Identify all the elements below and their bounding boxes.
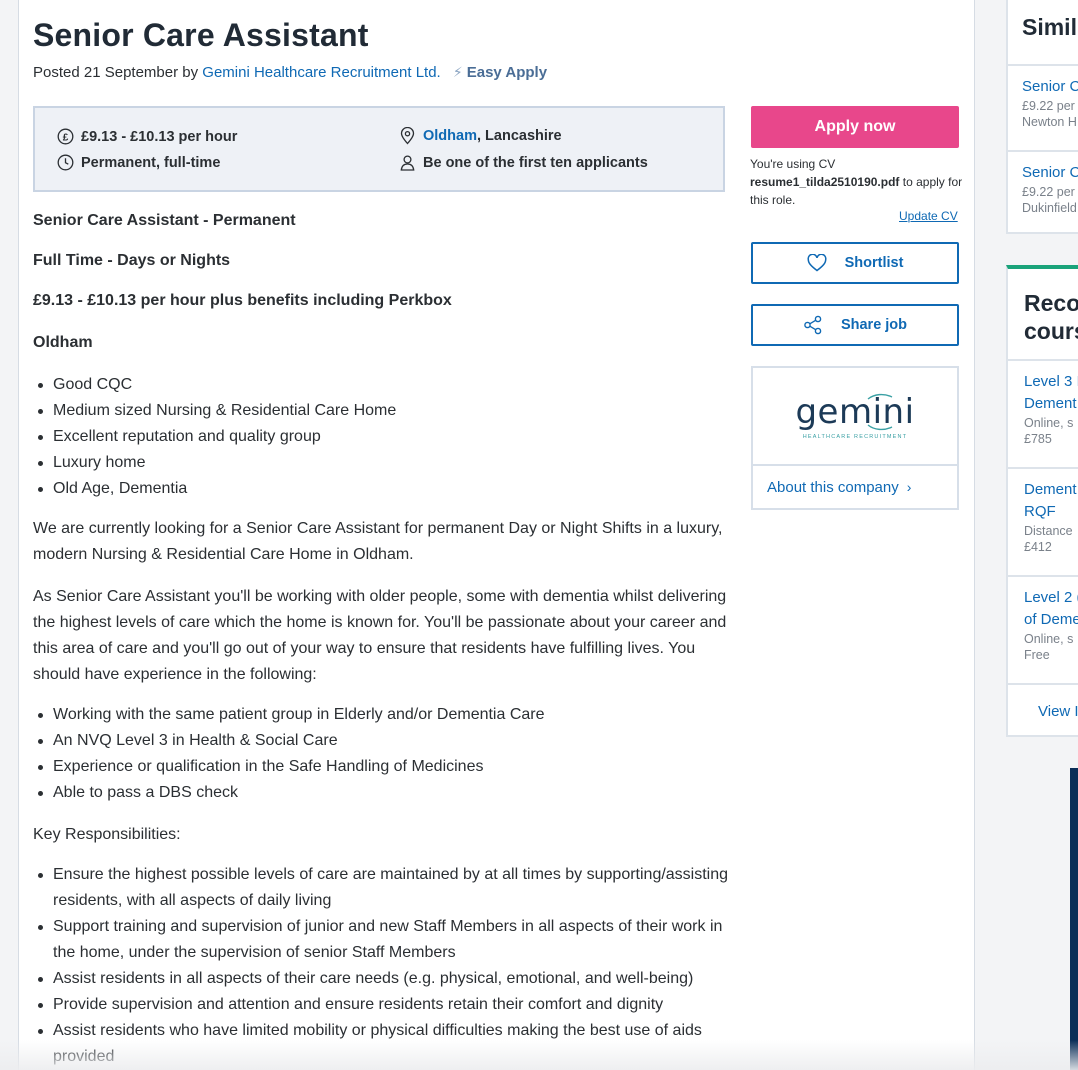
recommended-courses-card: Reco cours Level 3 I Dement Online, s £7… [1006,265,1078,737]
heart-icon [807,254,827,272]
courses-heading-line1: Reco [1024,290,1078,316]
cv-note: You're using CV resume1_tilda2510190.pdf… [750,155,965,209]
description-heading: Senior Care Assistant - Permanent [33,212,296,229]
similar-job-place: Dukinfield [1022,201,1077,215]
course-title[interactable]: Level 3 I [1024,371,1078,393]
list-item: Working with the same patient group in E… [33,702,733,728]
description-heading: Full Time - Days or Nights [33,252,231,269]
list-item: Ensure the highest possible levels of ca… [33,862,733,914]
svg-text:£: £ [63,132,69,143]
cv-prefix: You're using CV [750,157,836,171]
course-item[interactable]: Level 3 I Dement Online, s £785 [1008,359,1078,467]
description-heading: Oldham [33,334,93,351]
location-region: , Lancashire [476,128,562,144]
similar-job-title[interactable]: Senior C [1022,162,1078,184]
location-city-link[interactable]: Oldham [423,128,477,144]
applicants-item: Be one of the first ten applicants [399,154,648,171]
course-title[interactable]: Dement [1024,479,1078,501]
salary-text: £9.13 - £10.13 per hour [81,128,238,145]
course-meta: Online, s [1024,416,1074,430]
company-logo: gemini HEALTHCARE RECRUITMENT [753,368,957,466]
list-item: Medium sized Nursing & Residential Care … [33,398,733,424]
courses-heading: Reco cours [1008,269,1078,359]
course-item[interactable]: Dement RQF Distance £412 [1008,467,1078,575]
list-item: Old Age, Dementia [33,476,733,502]
list-item: Support training and supervision of juni… [33,914,733,966]
lightning-icon: ⚡︎ [452,64,463,80]
course-item[interactable]: Level 2 ( of Deme Online, s Free [1008,575,1078,683]
shortlist-label: Shortlist [844,255,904,271]
bottom-fade [0,1040,1078,1070]
easy-apply-label: Easy Apply [466,64,548,81]
job-detail-card: Senior Care Assistant Posted 21 Septembe… [18,0,975,1070]
responsibilities-heading: Key Responsibilities: [33,826,181,843]
similar-jobs-card: Simil Senior C £9.22 per Newton H Senior… [1006,0,1078,234]
similar-job-pay: £9.22 per [1022,99,1075,113]
list-item: Excellent reputation and quality group [33,424,733,450]
share-job-button[interactable]: Share job [751,304,959,346]
advert-banner [1070,768,1078,1070]
job-type-text: Permanent, full-time [81,154,221,171]
list-item: Luxury home [33,450,733,476]
highlights-list: Good CQC Medium sized Nursing & Resident… [33,372,733,502]
job-type-item: Permanent, full-time [57,154,220,171]
salary-item: £ £9.13 - £10.13 per hour [57,128,237,145]
about-company-label: About this company [767,478,899,496]
courses-heading-line2: cours [1024,318,1078,344]
chevron-right-icon: › [906,479,912,495]
description-paragraph: We are currently looking for a Senior Ca… [33,520,723,563]
course-price: £785 [1024,432,1052,446]
clock-icon [57,154,74,171]
experience-list: Working with the same patient group in E… [33,702,733,806]
similar-job-item[interactable]: Senior C £9.22 per Newton H [1008,64,1078,150]
job-description: Senior Care Assistant - Permanent Full T… [33,208,733,1070]
person-icon [400,155,415,171]
apply-now-button[interactable]: Apply now [751,106,959,148]
similar-job-pay: £9.22 per [1022,185,1075,199]
company-card: gemini HEALTHCARE RECRUITMENT About this… [751,366,959,510]
location-pin-icon [400,127,415,145]
share-icon [804,315,822,335]
share-label: Share job [840,317,908,333]
course-price: Free [1024,648,1050,662]
course-meta: Online, s [1024,632,1074,646]
list-item: Able to pass a DBS check [33,780,733,806]
course-title[interactable]: of Deme [1024,609,1078,631]
list-item: An NVQ Level 3 in Health & Social Care [33,728,733,754]
cv-filename: resume1_tilda2510190.pdf [750,175,900,189]
about-company-link[interactable]: About this company › [753,466,957,508]
responsibilities-list: Ensure the highest possible levels of ca… [33,862,733,1070]
view-all-courses-link[interactable]: View I [1008,683,1078,723]
job-title: Senior Care Assistant [33,17,369,53]
logo-tagline: HEALTHCARE RECRUITMENT [802,434,908,440]
posted-line: Posted 21 September by Gemini Healthcare… [33,64,547,81]
job-summary-box: £ £9.13 - £10.13 per hour Permanent, ful… [33,106,725,192]
company-link[interactable]: Gemini Healthcare Recruitment Ltd. [202,64,440,81]
similar-job-title[interactable]: Senior C [1022,76,1078,98]
posted-date: Posted 21 September by [33,64,199,81]
description-heading: £9.13 - £10.13 per hour plus benefits in… [33,292,452,309]
course-title[interactable]: Level 2 ( [1024,587,1078,609]
applicants-text: Be one of the first ten applicants [423,154,648,171]
list-item: Experience or qualification in the Safe … [33,754,733,780]
similar-job-item[interactable]: Senior C £9.22 per Dukinfield [1008,150,1078,232]
similar-jobs-heading: Simil [1022,14,1077,40]
easy-apply-badge: ⚡︎ Easy Apply [453,64,547,81]
list-item: Good CQC [33,372,733,398]
logo-arc-icon [867,424,893,431]
update-cv-link[interactable]: Update CV [899,209,958,223]
course-price: £412 [1024,540,1052,554]
course-title[interactable]: RQF [1024,501,1078,523]
description-paragraph: As Senior Care Assistant you'll be worki… [33,588,727,683]
course-meta: Distance [1024,524,1073,538]
shortlist-button[interactable]: Shortlist [751,242,959,284]
location-item: Oldham, Lancashire [399,127,562,145]
pound-icon: £ [57,128,74,145]
list-item: Assist residents in all aspects of their… [33,966,733,992]
similar-job-place: Newton H [1022,115,1077,129]
course-title[interactable]: Dement [1024,393,1078,415]
list-item: Provide supervision and attention and en… [33,992,733,1018]
view-all-label[interactable]: View I [1038,701,1078,723]
